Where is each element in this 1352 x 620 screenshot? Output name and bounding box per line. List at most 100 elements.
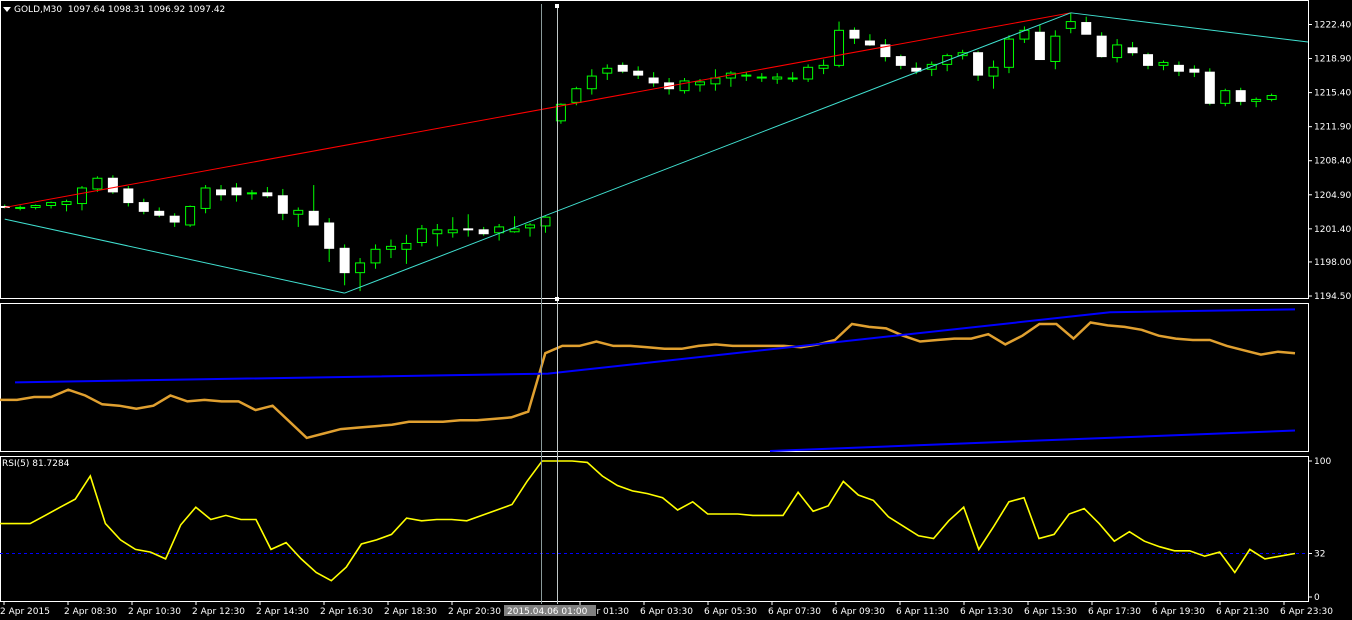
bear-candle-body: [308, 210, 319, 226]
bull-candle-body: [355, 262, 366, 274]
bull-candle-body: [370, 248, 381, 264]
time-tick-label: 2 Apr 08:30: [64, 607, 117, 617]
bull-candle-body: [1112, 44, 1123, 59]
time-tick-label: 6 Apr 11:30: [896, 607, 949, 617]
bull-candle-body: [525, 224, 536, 229]
price-tick-label: 1204.90: [1314, 191, 1351, 201]
bull-candle-body: [61, 201, 72, 206]
bull-candle-body: [1251, 98, 1262, 102]
rsi-header: RSI(5) 81.7284: [2, 459, 70, 469]
bear-candle-body: [1189, 68, 1200, 73]
bear-candle-body: [895, 56, 906, 66]
bear-candle-body: [617, 64, 628, 72]
time-tick-label: 6 Apr 09:30: [832, 607, 885, 617]
bull-candle-body: [447, 229, 458, 234]
bear-candle-body: [864, 40, 875, 46]
bull-candle-body: [15, 206, 26, 209]
cursor-time-label: 2015.04.06 01:00: [507, 607, 588, 617]
time-tick-label: 2 Apr 14:30: [256, 607, 309, 617]
bear-candle-body: [1204, 71, 1215, 104]
bear-candle-body: [339, 247, 350, 274]
chevron-down-icon[interactable]: [3, 7, 11, 12]
bull-candle-body: [756, 76, 767, 79]
bull-candle-body: [1003, 38, 1014, 68]
time-tick-label: 6 Apr 07:30: [768, 607, 821, 617]
rsi-tick-label: 100: [1314, 457, 1331, 467]
candle: [803, 64, 814, 82]
bull-candle-body: [818, 64, 829, 69]
bear-candle-body: [216, 189, 227, 196]
time-axis: 2 Apr 2015 2 Apr 08:30 2 Apr 10:30 2 Apr 12…: [0, 601, 1333, 617]
bear-candle-body: [1034, 31, 1045, 61]
bull-candle-body: [76, 187, 87, 205]
time-tick-label: 6 Apr 05:30: [704, 607, 757, 617]
bull-candle-body: [602, 67, 613, 74]
rsi-tick-label: 0: [1314, 593, 1320, 603]
bear-candle-body: [262, 192, 273, 197]
bull-candle-body: [1158, 61, 1169, 66]
bull-candle-body: [710, 77, 721, 85]
bull-candle-body: [432, 229, 443, 235]
bull-candle-body: [385, 245, 396, 250]
price-tick-label: 1215.40: [1314, 89, 1351, 99]
candle: [1003, 35, 1014, 74]
time-tick-label: 6 Apr 13:30: [960, 607, 1013, 617]
bull-candle-body: [571, 88, 582, 103]
bear-candle-body: [648, 77, 659, 84]
bear-candle-body: [633, 70, 644, 76]
candle: [1096, 32, 1107, 58]
bear-candle-body: [231, 187, 242, 196]
price-tick-label: 1208.40: [1314, 157, 1351, 167]
bull-candle-body: [293, 209, 304, 215]
time-tick-label: 6 Apr 23:30: [1280, 607, 1333, 617]
bull-candle-body: [92, 177, 103, 190]
bear-candle-body: [324, 222, 335, 249]
bull-candle-body: [416, 228, 427, 243]
price-axis: 1222.40 1218.90 1215.40 1211.90 1208.40 1204.…: [1308, 20, 1351, 302]
rsi-panel[interactable]: [0, 456, 1309, 602]
bull-candle-body: [586, 75, 597, 90]
bear-candle-body: [463, 228, 474, 231]
time-tick-label: 6 Apr 15:30: [1024, 607, 1077, 617]
price-tick-label: 1201.40: [1314, 225, 1351, 235]
bear-candle-body: [478, 229, 489, 235]
candle: [1220, 88, 1231, 107]
bear-candle-body: [1143, 54, 1154, 66]
bull-candle-body: [540, 216, 551, 227]
bear-candle-body: [154, 210, 165, 216]
bear-candle-body: [107, 177, 118, 193]
bull-candle-body: [1065, 21, 1076, 29]
bull-candle-body: [46, 202, 57, 206]
time-tick-label: 2 Apr 16:30: [320, 607, 373, 617]
chart-canvas[interactable]: 100 32 0 1222.40 1218.90 1215.40 1211.90 1208.…: [0, 0, 1352, 620]
price-tick-label: 1218.90: [1314, 55, 1351, 65]
time-tick-label: 6 Apr 21:30: [1216, 607, 1269, 617]
bear-candle-body: [138, 202, 149, 212]
bear-candle-body: [277, 195, 288, 214]
symbol-label: GOLD,M30: [14, 5, 63, 15]
bear-candle-body: [1081, 22, 1092, 35]
chart-header: GOLD,M30 1097.64 1098.31 1096.92 1097.42: [3, 5, 225, 15]
time-tick-label: 6 Apr 17:30: [1088, 607, 1141, 617]
time-tick-label: 2 Apr 2015: [0, 607, 50, 617]
crosshair-handle-bottom[interactable]: [555, 297, 559, 301]
bull-candle-body: [694, 81, 705, 86]
time-tick-label: 2 Apr 18:30: [384, 607, 437, 617]
candle: [185, 205, 196, 227]
bear-candle-body: [1127, 47, 1138, 54]
bear-candle-body: [1235, 90, 1246, 102]
bull-candle-body: [1266, 95, 1277, 100]
crosshair-handle-top[interactable]: [555, 4, 559, 8]
candle: [107, 175, 118, 194]
bull-candle-body: [1220, 90, 1231, 104]
candle: [1204, 68, 1215, 106]
bull-candle-body: [200, 187, 211, 209]
bull-candle-body: [1050, 35, 1061, 62]
time-tick-label: 2 Apr 12:30: [192, 607, 245, 617]
bear-candle-body: [123, 188, 134, 204]
bull-candle-body: [401, 242, 412, 250]
bull-candle-body: [834, 29, 845, 66]
bull-candle-body: [803, 66, 814, 80]
price-tick-label: 1194.50: [1314, 292, 1351, 302]
price-tick-label: 1211.90: [1314, 123, 1351, 133]
